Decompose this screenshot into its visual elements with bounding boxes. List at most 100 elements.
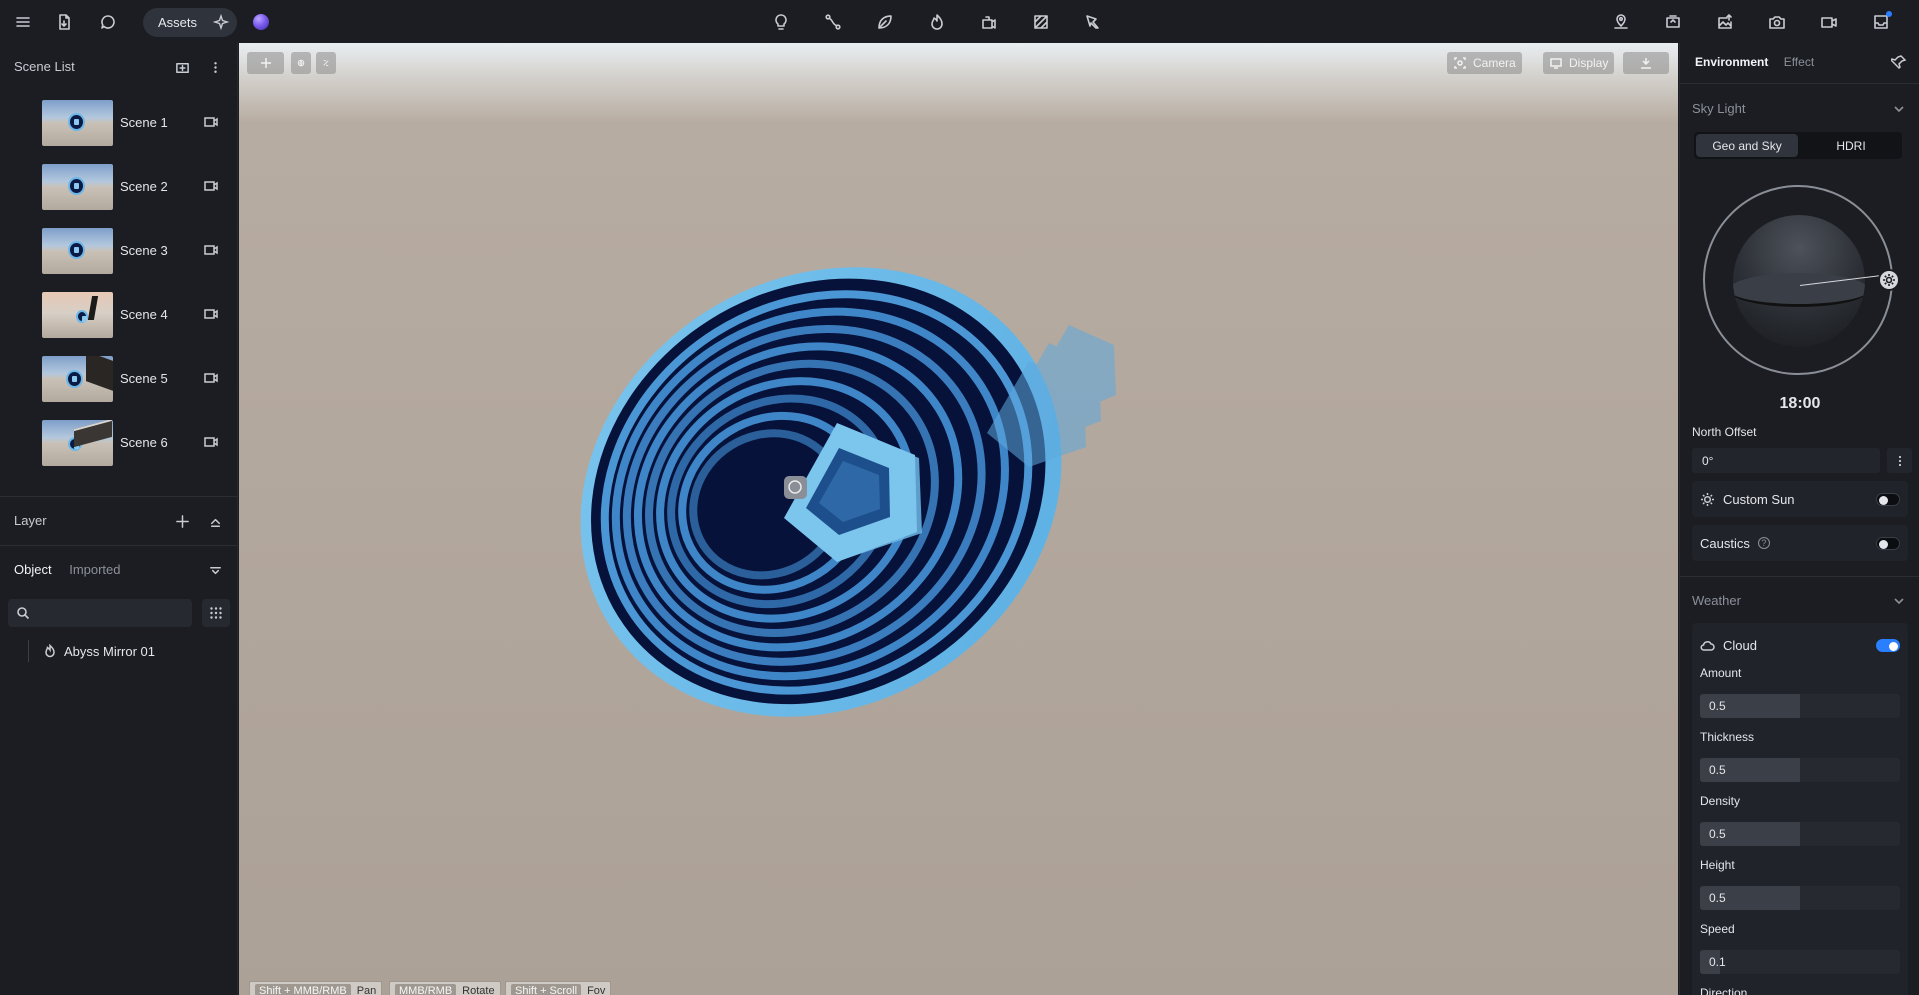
grid-view-button[interactable] [202, 599, 230, 627]
abyss-mirror-object[interactable] [239, 43, 1678, 995]
scene-list-title: Scene List [14, 59, 75, 74]
file-import-icon[interactable] [53, 11, 75, 33]
caustics-toggle[interactable] [1876, 537, 1900, 550]
camera-icon[interactable] [1766, 11, 1788, 33]
help-icon[interactable]: ? [1757, 537, 1770, 549]
hint-action: Fov [587, 985, 606, 995]
grid-icon [210, 607, 222, 619]
sparkle-icon[interactable] [213, 14, 229, 30]
menu-icon[interactable] [12, 11, 34, 33]
slider-value: 0.5 [1709, 763, 1726, 777]
density-slider[interactable]: 0.5 [1700, 822, 1900, 846]
inbox-icon[interactable] [1870, 11, 1892, 33]
time-of-day: 18:00 [1779, 395, 1821, 412]
collapse-icon[interactable] [206, 512, 224, 530]
path-icon[interactable] [822, 11, 844, 33]
sky-mode-toggle: Geo and Sky HDRI [1694, 132, 1902, 159]
scene-thumbnail [42, 228, 113, 274]
layer-tree-item[interactable]: Abyss Mirror 01 [28, 640, 155, 662]
filter-icon[interactable] [206, 562, 224, 580]
right-panel: Environment Effect Sky Light Geo and Sky… [1679, 43, 1919, 995]
scene-item[interactable]: Scene 6 [0, 420, 238, 484]
add-scene-icon[interactable] [173, 58, 191, 76]
tab-imported[interactable]: Imported [69, 562, 120, 577]
texture-icon[interactable] [1030, 11, 1052, 33]
media-icon[interactable] [1662, 11, 1684, 33]
north-offset-field[interactable]: 0° [1692, 448, 1880, 473]
chat-icon[interactable] [97, 11, 119, 33]
location-icon[interactable] [1610, 11, 1632, 33]
scene-item[interactable]: Scene 3 [0, 228, 238, 292]
light-bulb-icon[interactable] [770, 11, 792, 33]
3d-viewport[interactable]: Camera Display Shift + MMB/RMB Pan MMB/R… [239, 43, 1678, 995]
scene-thumbnail [42, 292, 113, 338]
hint-action: Pan [356, 985, 377, 995]
add-layer-icon[interactable] [173, 512, 191, 530]
scene-item[interactable]: Scene 2 [0, 164, 238, 228]
display-button[interactable]: Display [1543, 52, 1615, 74]
camera-icon[interactable] [203, 434, 219, 450]
leaf-icon[interactable] [874, 11, 896, 33]
speed-slider[interactable]: 0.1 [1700, 950, 1900, 974]
pin-icon[interactable] [1889, 54, 1907, 70]
flame-icon[interactable] [926, 11, 948, 33]
ai-orb-icon[interactable] [253, 14, 269, 30]
cloud-icon [1700, 640, 1715, 651]
mode-hdri[interactable]: HDRI [1800, 132, 1902, 159]
hint-keys: Shift + MMB/RMB [255, 984, 351, 995]
caustics-row: Caustics ? [1692, 525, 1908, 561]
pen-icon[interactable] [1082, 11, 1104, 33]
globe-icon[interactable] [291, 52, 311, 74]
render-dropdown[interactable] [1623, 52, 1669, 74]
camera-icon[interactable] [203, 114, 219, 130]
video-icon[interactable] [1818, 11, 1840, 33]
transform-icon [260, 58, 271, 68]
height-slider[interactable]: 0.5 [1700, 886, 1900, 910]
tab-object[interactable]: Object [14, 562, 52, 577]
camera-label: Camera [1473, 56, 1516, 70]
amount-slider[interactable]: 0.5 [1700, 694, 1900, 718]
scene-label: Scene 4 [120, 307, 168, 322]
more-vertical-icon[interactable] [206, 58, 224, 76]
slider-value: 0.5 [1709, 891, 1726, 905]
cloud-toggle[interactable] [1876, 639, 1900, 652]
scene-item[interactable]: Scene 1 [0, 100, 238, 164]
hint-action: Rotate [462, 985, 495, 995]
layer-item-label: Abyss Mirror 01 [64, 643, 156, 659]
scene-thumbnail [42, 164, 113, 210]
display-icon [1550, 58, 1562, 69]
scene-item[interactable]: Scene 4 [0, 292, 238, 356]
display-label: Display [1569, 56, 1609, 70]
camera-button[interactable]: Camera [1447, 52, 1522, 74]
divider [1680, 576, 1919, 577]
camera-icon[interactable] [203, 306, 219, 322]
tab-environment[interactable]: Environment [1695, 55, 1768, 69]
chevron-down-icon[interactable] [1893, 103, 1905, 115]
chevron-down-icon[interactable] [1893, 595, 1905, 607]
custom-sun-toggle[interactable] [1876, 493, 1900, 506]
north-offset-more-button[interactable] [1887, 448, 1912, 473]
scene-item[interactable]: Scene 5 [0, 356, 238, 420]
image-upload-icon[interactable] [1714, 11, 1736, 33]
caustics-label: Caustics [1700, 535, 1750, 551]
thickness-slider[interactable]: 0.5 [1700, 758, 1900, 782]
height-label: Height [1700, 858, 1735, 872]
object-icon [45, 644, 55, 658]
sun-icon [1883, 274, 1895, 286]
layer-tabs: Object Imported [14, 562, 135, 577]
sun-dial[interactable] [1703, 185, 1900, 375]
tab-effect[interactable]: Effect [1784, 55, 1814, 69]
search-input[interactable] [36, 599, 186, 627]
sun-handle[interactable] [1878, 269, 1900, 291]
rig-icon[interactable] [978, 11, 1000, 33]
assets-button[interactable]: Assets [143, 8, 237, 37]
transform-dropdown[interactable] [247, 52, 284, 74]
snap-icon[interactable] [316, 52, 336, 74]
camera-icon[interactable] [203, 178, 219, 194]
camera-icon[interactable] [203, 370, 219, 386]
more-vertical-icon [1898, 455, 1901, 466]
speed-label: Speed [1700, 922, 1735, 936]
slider-value: 0.1 [1709, 955, 1726, 969]
mode-geo-and-sky[interactable]: Geo and Sky [1696, 134, 1798, 157]
camera-icon[interactable] [203, 242, 219, 258]
